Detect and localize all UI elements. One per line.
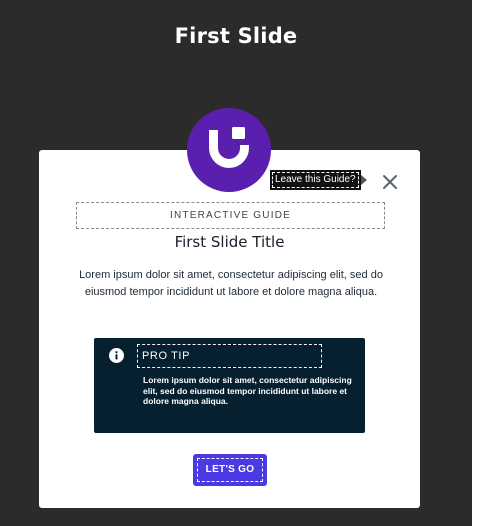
slide-title: First Slide — [174, 24, 298, 48]
pro-tip-heading: PRO TIP — [137, 344, 322, 368]
guide-body-text: Lorem ipsum dolor sit amet, consectetur … — [79, 269, 383, 298]
guide-title: First Slide Title — [174, 233, 285, 251]
info-icon — [109, 348, 124, 363]
lets-go-button[interactable]: LET'S GO — [193, 454, 267, 486]
guide-label: INTERACTIVE GUIDE — [76, 202, 385, 229]
pro-tip-text: Lorem ipsum dolor sit amet, consectetur … — [143, 375, 352, 406]
smiley-logo-icon — [187, 108, 271, 192]
close-icon[interactable] — [380, 172, 400, 192]
leave-guide-tooltip: Leave this Guide? — [270, 170, 367, 190]
